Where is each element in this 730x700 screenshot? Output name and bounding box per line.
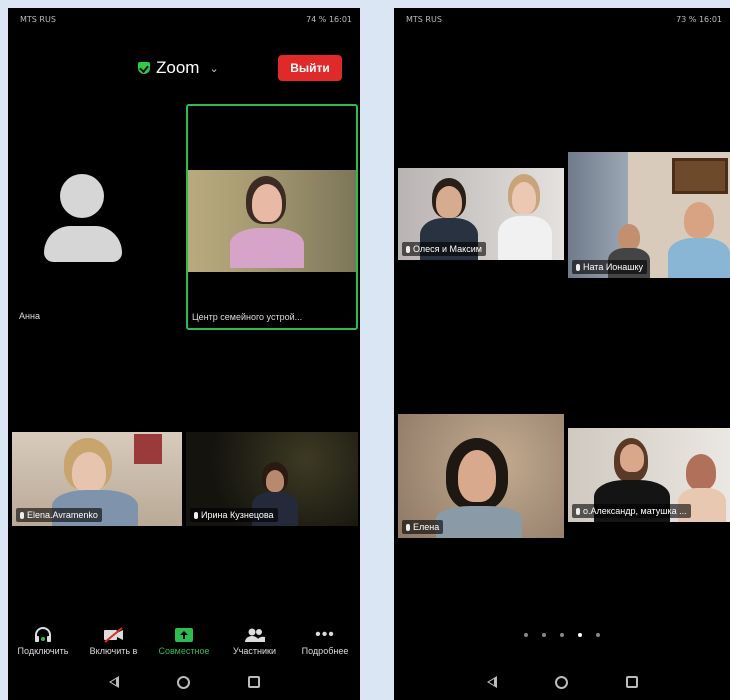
- mic-icon: [576, 264, 580, 271]
- battery-time-label: 73 % 16:01: [676, 15, 722, 24]
- carrier-label: MTS RUS: [406, 15, 442, 24]
- video-off-icon: [79, 624, 149, 646]
- leave-button[interactable]: Выйти: [278, 55, 342, 81]
- home-icon[interactable]: [554, 675, 568, 689]
- phone-screen-left: MTS RUS 74 % 16:01 Zoom ⌄ Выйти Анна Цен…: [8, 8, 360, 700]
- recent-apps-icon[interactable]: [247, 676, 260, 688]
- chevron-down-icon: ⌄: [209, 62, 219, 75]
- battery-time-label: 74 % 16:01: [306, 15, 352, 24]
- share-label: Совместное: [158, 646, 210, 656]
- participants-label: Участники: [233, 646, 276, 656]
- mic-icon: [406, 524, 410, 531]
- participant-name: Ната Ионашку: [572, 260, 648, 274]
- participant-name: Анна: [19, 311, 40, 321]
- participants-button[interactable]: Участники: [220, 624, 290, 670]
- mic-icon: [194, 512, 198, 519]
- status-bar: MTS RUS 74 % 16:01: [8, 8, 360, 30]
- share-button[interactable]: Совместное: [149, 624, 219, 670]
- meeting-title-text: Zoom: [156, 58, 200, 77]
- mic-icon: [406, 246, 410, 253]
- more-icon: •••: [315, 626, 335, 643]
- android-nav-bar: [8, 670, 360, 694]
- video-label: Включить в: [89, 646, 138, 656]
- page-dot[interactable]: [524, 633, 528, 637]
- participant-tile-elena[interactable]: Elena.Avramenko: [12, 432, 182, 526]
- page-dot[interactable]: [542, 633, 546, 637]
- participant-name: Центр семейного устрой...: [192, 312, 303, 322]
- carrier-label: MTS RUS: [20, 15, 56, 24]
- headphones-icon: [8, 624, 78, 646]
- phone-screen-right: MTS RUS 73 % 16:01 Олеся и Максим Ната И…: [394, 8, 730, 700]
- audio-label: Подключить: [17, 646, 69, 656]
- page-dot[interactable]: [560, 633, 564, 637]
- more-label: Подробнее: [301, 646, 349, 656]
- meeting-title[interactable]: Zoom ⌄: [138, 58, 219, 78]
- home-icon[interactable]: [176, 675, 190, 689]
- participant-name: о.Александр, матушка ...: [572, 504, 691, 518]
- back-icon[interactable]: [108, 676, 119, 688]
- audio-button[interactable]: Подключить: [8, 624, 78, 670]
- android-nav-bar: [394, 670, 730, 694]
- participant-tile-anna[interactable]: Анна: [8, 104, 184, 334]
- participant-tile-olesya[interactable]: Олеся и Максим: [398, 168, 564, 260]
- back-icon[interactable]: [486, 676, 497, 688]
- video-feed: [188, 170, 356, 272]
- participant-tile-nata[interactable]: Ната Ионашку: [568, 152, 730, 278]
- page-dot-active[interactable]: [578, 633, 582, 637]
- mic-icon: [20, 512, 24, 519]
- shield-check-icon: [138, 62, 150, 74]
- page-dot[interactable]: [596, 633, 600, 637]
- participant-tile-elena-2[interactable]: Елена: [398, 414, 564, 538]
- participant-name: Elena.Avramenko: [16, 508, 102, 522]
- participant-name: Ирина Кузнецова: [190, 508, 278, 522]
- participant-name: Елена: [402, 520, 444, 534]
- avatar-icon: [60, 174, 104, 218]
- participant-name: Олеся и Максим: [402, 242, 486, 256]
- participant-tile-irina[interactable]: Ирина Кузнецова: [186, 432, 358, 526]
- participants-icon: [220, 624, 290, 646]
- share-screen-icon: [149, 624, 219, 646]
- meeting-toolbar: Подключить Включить в Совместное Участни…: [8, 624, 360, 670]
- mic-icon: [576, 508, 580, 515]
- more-button[interactable]: ••• Подробнее: [290, 624, 360, 670]
- page-indicator[interactable]: [394, 633, 730, 637]
- recent-apps-icon[interactable]: [625, 676, 638, 688]
- participant-tile-alexander[interactable]: о.Александр, матушка ...: [568, 428, 730, 522]
- video-button[interactable]: Включить в: [79, 624, 149, 670]
- status-bar: MTS RUS 73 % 16:01: [394, 8, 730, 30]
- participant-tile-center[interactable]: Центр семейного устрой...: [186, 104, 358, 330]
- avatar-body-icon: [44, 226, 122, 262]
